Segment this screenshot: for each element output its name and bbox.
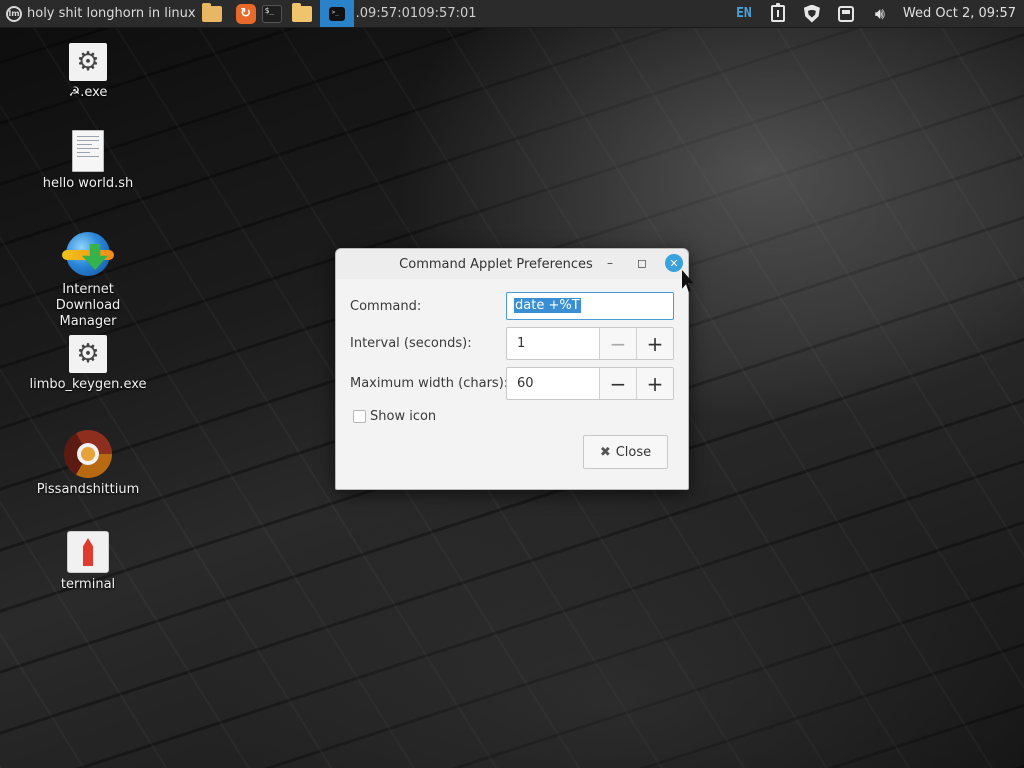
text-file-icon bbox=[72, 130, 104, 172]
command-value: date +%T bbox=[514, 298, 581, 313]
main-menu-button[interactable]: lm holy shit longhorn in linux bbox=[0, 0, 200, 27]
chrome-icon bbox=[64, 430, 112, 478]
desktop-icon-label: hello world.sh bbox=[42, 176, 134, 191]
desktop-icon-label: limbo_keygen.exe bbox=[29, 377, 147, 392]
width-input[interactable]: 60 bbox=[507, 368, 599, 399]
desktop-icon[interactable]: hello world.sh bbox=[28, 130, 148, 192]
desktop-icon-label: Internet Download Manager bbox=[55, 282, 121, 329]
width-row: Maximum width (chars): bbox=[350, 376, 508, 391]
show-icon-option[interactable]: Show icon bbox=[353, 409, 436, 424]
desktop-icon[interactable]: Pissandshittium bbox=[28, 430, 148, 498]
desktop-icon[interactable]: Internet Download Manager bbox=[28, 230, 148, 330]
clock[interactable]: Wed Oct 2, 09:57 bbox=[897, 6, 1016, 21]
launcher-terminal[interactable]: $_ bbox=[260, 0, 284, 27]
command-label: Command: bbox=[350, 299, 422, 314]
taskbar-window-terminal[interactable]: >_ bbox=[319, 0, 354, 27]
command-input[interactable]: date +%T bbox=[506, 292, 674, 320]
show-icon-checkbox[interactable] bbox=[353, 410, 366, 423]
close-icon: ✖ bbox=[599, 444, 611, 460]
menu-label: holy shit longhorn in linux bbox=[27, 6, 196, 21]
desktop-icon-label: ☭.exe bbox=[68, 85, 108, 100]
tray-volume[interactable]: 🔊︎ bbox=[863, 0, 897, 27]
system-tray: EN 🔊︎ Wed Oct 2, 09:57 bbox=[727, 0, 1024, 27]
desktop-icon-label: Pissandshittium bbox=[36, 482, 140, 497]
interval-decrement-button[interactable]: − bbox=[599, 328, 636, 359]
volume-icon: 🔊︎ bbox=[874, 3, 885, 23]
width-increment-button[interactable]: + bbox=[636, 368, 673, 399]
rocket-icon bbox=[67, 531, 109, 573]
interval-row: Interval (seconds): bbox=[350, 336, 472, 351]
minimize-button[interactable]: – bbox=[601, 254, 619, 272]
terminal-window-icon: >_ bbox=[328, 6, 345, 21]
clipboard-icon bbox=[770, 3, 785, 22]
launcher-update-manager[interactable]: ↻ bbox=[234, 0, 258, 27]
tray-clipboard[interactable] bbox=[761, 0, 795, 27]
files-icon bbox=[291, 2, 312, 22]
width-decrement-button[interactable]: − bbox=[599, 368, 636, 399]
terminal-icon: $_ bbox=[261, 4, 282, 23]
width-spinner: 60 − + bbox=[506, 367, 674, 400]
desktop-icon-label: terminal bbox=[60, 577, 116, 592]
shield-icon bbox=[803, 4, 820, 23]
interval-spinner: 1 − + bbox=[506, 327, 674, 360]
top-panel: lm holy shit longhorn in linux ↻ $_ >_ .… bbox=[0, 0, 1024, 28]
launcher-folder[interactable] bbox=[200, 0, 224, 27]
gear-icon: ⚙ bbox=[69, 335, 107, 373]
idm-icon bbox=[62, 230, 114, 278]
desktop-icon[interactable]: terminal bbox=[28, 531, 148, 593]
launcher-files[interactable] bbox=[290, 0, 314, 27]
interval-input[interactable]: 1 bbox=[507, 328, 599, 359]
close-button-label: Close bbox=[615, 444, 652, 460]
close-window-button[interactable]: ✕ bbox=[665, 254, 683, 272]
folder-icon bbox=[201, 2, 222, 22]
network-icon bbox=[837, 5, 854, 22]
tray-network[interactable] bbox=[829, 0, 863, 27]
desktop-icon[interactable]: ⚙ limbo_keygen.exe bbox=[28, 335, 148, 393]
close-button[interactable]: ✖ Close bbox=[583, 435, 668, 469]
maximize-button[interactable]: ◻ bbox=[633, 254, 651, 272]
command-row: Command: bbox=[350, 299, 421, 314]
keyboard-layout-indicator[interactable]: EN bbox=[727, 0, 761, 27]
keyboard-layout-label: EN bbox=[736, 6, 752, 21]
tray-shield[interactable] bbox=[795, 0, 829, 27]
dialog-titlebar[interactable]: Command Applet Preferences – ◻ ✕ bbox=[336, 249, 688, 279]
command-applet-output[interactable]: .09:57:0109:57:01 bbox=[356, 6, 477, 21]
interval-label: Interval (seconds): bbox=[350, 336, 472, 351]
preferences-dialog: Command Applet Preferences – ◻ ✕ Command… bbox=[335, 248, 689, 490]
show-icon-label: Show icon bbox=[370, 409, 437, 424]
width-label: Maximum width (chars): bbox=[350, 376, 509, 391]
linux-mint-logo-icon: lm bbox=[6, 5, 22, 22]
gear-icon: ⚙ bbox=[69, 43, 107, 81]
desktop-icon[interactable]: ⚙ ☭.exe bbox=[28, 43, 148, 101]
update-manager-icon: ↻ bbox=[235, 3, 256, 24]
interval-increment-button[interactable]: + bbox=[636, 328, 673, 359]
